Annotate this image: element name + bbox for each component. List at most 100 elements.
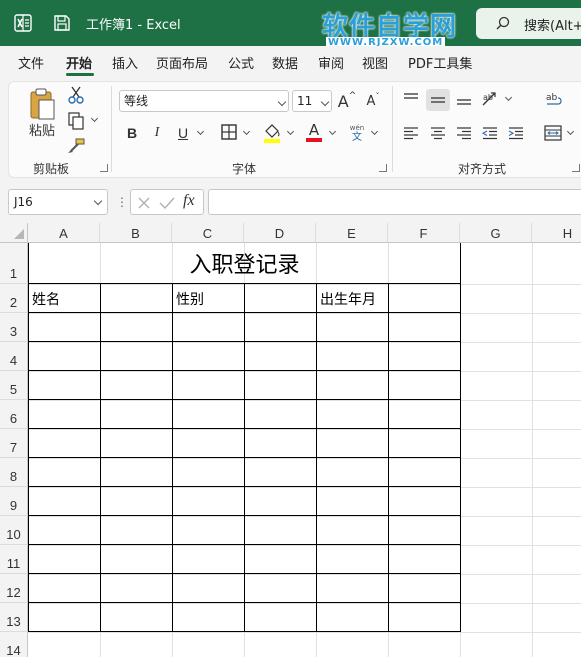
row-number: 11 [6, 556, 21, 571]
tab-data[interactable]: 数据 [272, 53, 298, 72]
column-header-h[interactable]: H [532, 223, 581, 243]
row-number: 2 [9, 295, 18, 310]
orientation-icon: ab [482, 92, 496, 106]
tab-home[interactable]: 开始 [66, 53, 92, 72]
align-left-icon [404, 127, 418, 140]
tab-page-layout[interactable]: 页面布局 [156, 53, 208, 72]
row-header-10[interactable]: 10 [0, 516, 28, 545]
decrease-indent-button[interactable] [480, 123, 500, 143]
search-icon [496, 16, 510, 30]
row-header-14[interactable]: 14 [0, 632, 28, 657]
search-label: 搜索(Alt+Q) [524, 19, 581, 34]
formula-input[interactable] [208, 189, 581, 215]
orientation-button[interactable]: ab [480, 89, 504, 109]
decrease-font-size-button[interactable]: Aˇ [363, 90, 383, 112]
borders-button[interactable] [219, 122, 239, 142]
sheet-title-cell[interactable]: 入职登记录 [29, 244, 460, 284]
gridline [28, 574, 581, 575]
phonetic-button[interactable]: wén 文 [346, 122, 368, 144]
tab-formulas[interactable]: 公式 [228, 53, 254, 72]
spreadsheet-grid[interactable]: ABCDEFGH 1 2 3 4 5 6 7 8 9 10 11 12 13 14 入职登记录 姓名 性别… [0, 223, 581, 657]
save-icon[interactable] [52, 13, 72, 33]
column-header-b[interactable]: B [100, 223, 172, 243]
cancel-icon[interactable] [137, 196, 151, 210]
cut-button[interactable] [66, 85, 86, 105]
format-painter-button[interactable] [66, 136, 86, 156]
group-separator [111, 86, 112, 172]
column-header-g[interactable]: G [460, 223, 532, 243]
table-border [244, 284, 245, 632]
bold-button[interactable]: B [123, 123, 141, 143]
row-header-11[interactable]: 11 [0, 545, 28, 574]
row-header-13[interactable]: 13 [0, 603, 28, 632]
fill-color-button[interactable] [262, 122, 282, 144]
row-header-7[interactable]: 7 [0, 429, 28, 458]
increase-indent-button[interactable] [506, 123, 526, 143]
search-box[interactable]: 搜索(Alt+Q) [476, 8, 581, 39]
row-header-2[interactable]: 2 [0, 284, 28, 313]
row-header-4[interactable]: 4 [0, 342, 28, 371]
gridline [28, 342, 581, 343]
row-header-6[interactable]: 6 [0, 400, 28, 429]
column-header-c[interactable]: C [172, 223, 244, 243]
tab-file[interactable]: 文件 [18, 53, 44, 72]
column-header-f[interactable]: F [388, 223, 460, 243]
paste-button[interactable] [24, 86, 60, 122]
top-align-button[interactable] [401, 89, 421, 109]
table-border [28, 243, 29, 632]
row-header-3[interactable]: 3 [0, 313, 28, 342]
label-name-cell[interactable]: 姓名 [32, 289, 60, 309]
font-launcher-icon[interactable] [379, 164, 387, 172]
grow-font-icon: A [337, 91, 349, 111]
column-header-d[interactable]: D [244, 223, 316, 243]
underline-button[interactable]: U [174, 123, 192, 143]
gridline [28, 545, 581, 546]
row-header-1[interactable]: 1 [0, 243, 28, 284]
gridline [28, 400, 581, 401]
column-header-a[interactable]: A [28, 223, 100, 243]
select-all-corner[interactable] [0, 223, 28, 243]
italic-button[interactable]: I [148, 123, 166, 143]
clipboard-launcher-icon[interactable] [100, 164, 108, 172]
scissors-icon [68, 86, 84, 104]
row-number: 14 [6, 643, 21, 657]
bottom-align-button[interactable] [454, 89, 474, 109]
name-box[interactable]: J16 [8, 189, 108, 215]
paste-label[interactable]: 粘贴 [29, 120, 55, 139]
font-color-button[interactable]: A [304, 120, 324, 144]
alignment-group-label: 对齐方式 [458, 162, 507, 176]
font-size-dropdown[interactable]: 11 [292, 90, 332, 112]
middle-align-button[interactable] [426, 89, 450, 111]
align-center-button[interactable] [428, 123, 448, 143]
svg-text:ab: ab [546, 93, 558, 103]
enter-check-icon[interactable] [159, 196, 175, 210]
alignment-launcher-icon[interactable] [572, 164, 580, 172]
column-header-e[interactable]: E [316, 223, 388, 243]
increase-font-size-button[interactable]: A ^ [337, 90, 357, 112]
label-gender-cell[interactable]: 性别 [176, 289, 204, 309]
copy-button[interactable] [66, 111, 86, 131]
excel-logo-icon [14, 14, 32, 32]
tab-pdf-tools[interactable]: PDF工具集 [408, 53, 472, 72]
align-right-button[interactable] [454, 123, 474, 143]
more-options-icon[interactable]: ⋮ [116, 195, 128, 209]
tab-insert[interactable]: 插入 [112, 53, 138, 72]
merge-center-button[interactable] [542, 122, 564, 144]
row-number: 13 [6, 614, 21, 629]
active-tab-indicator [66, 73, 94, 76]
wrap-text-button[interactable]: ab [542, 89, 566, 109]
row-header-8[interactable]: 8 [0, 458, 28, 487]
label-birth-cell[interactable]: 出生年月 [320, 289, 376, 309]
row-header-5[interactable]: 5 [0, 371, 28, 400]
tab-review[interactable]: 审阅 [318, 53, 344, 72]
font-name-dropdown[interactable]: 等线 [119, 90, 289, 112]
insert-function-button[interactable]: fx [183, 192, 195, 210]
row-header-12[interactable]: 12 [0, 574, 28, 603]
row-header-9[interactable]: 9 [0, 487, 28, 516]
align-left-button[interactable] [401, 123, 421, 143]
align-right-icon [457, 127, 471, 140]
tab-view[interactable]: 视图 [362, 53, 388, 72]
row-number: 3 [9, 324, 18, 339]
gridline [28, 516, 581, 517]
font-name-value: 等线 [124, 94, 149, 108]
